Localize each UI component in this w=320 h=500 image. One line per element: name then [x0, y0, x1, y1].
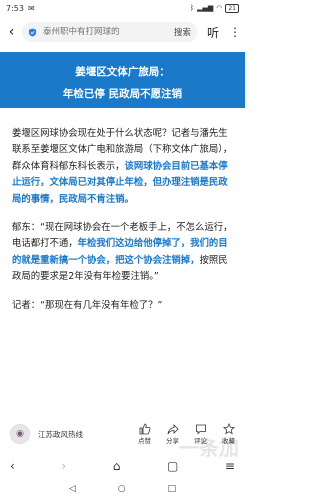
tabs-icon[interactable]: ▢: [167, 459, 178, 473]
article-body: 姜堰区网球协会现在处于什么状态呢？记者与潘先生联系至姜堰区文体广电和旅游局（下称…: [12, 126, 234, 326]
battery-icon: 21: [225, 3, 239, 13]
search-row: ‹ 搜索 听 ⋮: [0, 18, 245, 46]
like-button[interactable]: 点赞: [138, 423, 151, 445]
browser-bottom-bar: ‹ › ⌂ ▢ ≡: [0, 455, 245, 477]
menu-icon[interactable]: ≡: [225, 459, 235, 473]
back-icon[interactable]: ‹: [6, 24, 16, 40]
avatar[interactable]: ◉: [10, 424, 30, 444]
home-icon[interactable]: ⌂: [113, 459, 121, 473]
paragraph-3: 记者：“那现在有几年没有年检了？”: [12, 299, 163, 311]
article-banner: 姜堰区文体广旅局： 年检已停 民政局不愿注销: [0, 52, 245, 108]
search-box[interactable]: 搜索: [22, 22, 197, 42]
search-input[interactable]: [41, 26, 170, 38]
author-name[interactable]: 江苏政风热线: [38, 429, 138, 440]
more-icon[interactable]: ⋮: [229, 25, 241, 39]
share-button[interactable]: 分享: [166, 423, 179, 445]
listen-button[interactable]: 听: [203, 24, 223, 41]
signal-icon: ▂▄▆: [197, 4, 214, 12]
action-bar: 点赞 分享 评论 收藏: [138, 423, 235, 445]
star-icon: [222, 423, 235, 435]
app-icon: ✉: [27, 3, 35, 13]
bluetooth-icon: ᛒ: [189, 4, 195, 12]
paragraph-2: 郁东：“现在网球协会在一个老板手上，不怎么运行，电话都打不通，年检我们这边给他停…: [12, 222, 233, 283]
share-icon: [167, 424, 179, 435]
forward-arrow-icon[interactable]: ›: [61, 459, 66, 473]
thumbs-up-icon: [139, 423, 150, 435]
paragraph-1: 姜堰区网球协会现在处于什么状态呢？记者与潘先生联系至姜堰区文体广电和旅游局（下称…: [12, 128, 233, 205]
wifi-icon: ◠: [216, 4, 223, 12]
banner-line-1: 姜堰区文体广旅局：: [75, 66, 170, 78]
status-time: 7:53: [6, 3, 24, 13]
search-button[interactable]: 搜索: [174, 26, 191, 38]
nav-back-icon[interactable]: ◁: [69, 484, 76, 494]
comment-button[interactable]: 评论: [194, 423, 207, 445]
status-bar: 7:53 ✉ ᛒ ▂▄▆ ◠ 21: [0, 0, 245, 16]
comment-icon: [195, 424, 206, 435]
author-row: ◉ 江苏政风热线 点赞 分享 评论 收藏: [10, 415, 235, 453]
nav-recents-icon[interactable]: □: [168, 484, 177, 494]
banner-line-2: 年检已停 民政局不愿注销: [62, 88, 183, 100]
back-arrow-icon[interactable]: ‹: [10, 459, 15, 473]
system-nav-bar: ◁ ○ □: [0, 478, 245, 500]
nav-home-icon[interactable]: ○: [118, 484, 126, 494]
collect-button[interactable]: 收藏: [222, 423, 235, 445]
shield-icon: [28, 27, 37, 37]
